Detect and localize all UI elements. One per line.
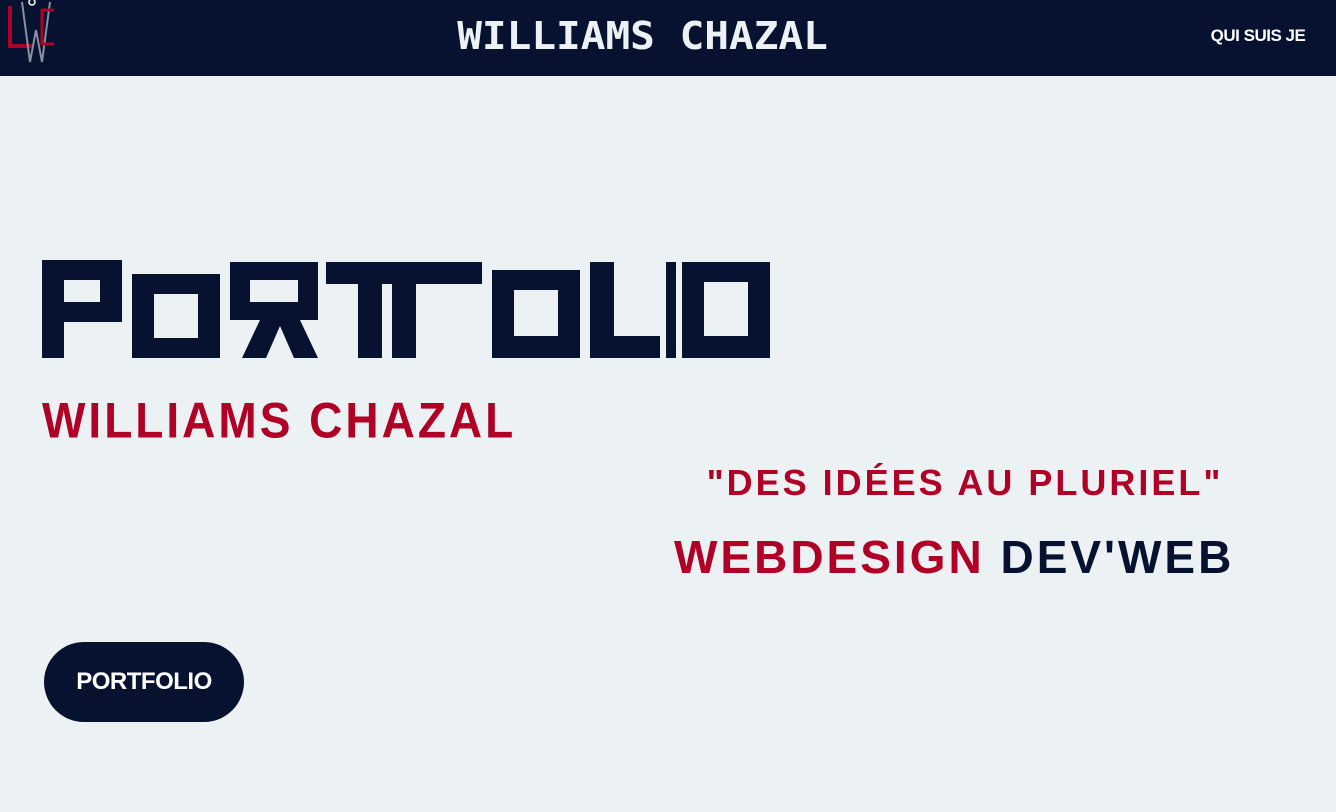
site-title[interactable]: WILLIAMS CHAZAL xyxy=(0,14,1336,58)
top-navbar: WILLIAMS CHAZAL QUI SUIS JE xyxy=(0,0,1336,76)
nav-link-about[interactable]: QUI SUIS JE xyxy=(1210,24,1306,48)
portfolio-wordmark-graphic xyxy=(42,260,770,358)
skill-separator xyxy=(985,531,1001,583)
skill-webdesign: WEBDESIGN xyxy=(674,531,985,583)
hero-skills: WEBDESIGN DEV'WEB xyxy=(674,528,1234,586)
hero-name: WILLIAMS CHAZAL xyxy=(42,392,517,449)
portfolio-button[interactable]: PORTFOLIO xyxy=(44,642,244,722)
hero-portfolio-wordmark xyxy=(42,260,770,358)
skill-devweb: DEV'WEB xyxy=(1000,531,1235,583)
hero-tagline: "DES IDÉES AU PLURIEL" xyxy=(706,462,1224,503)
